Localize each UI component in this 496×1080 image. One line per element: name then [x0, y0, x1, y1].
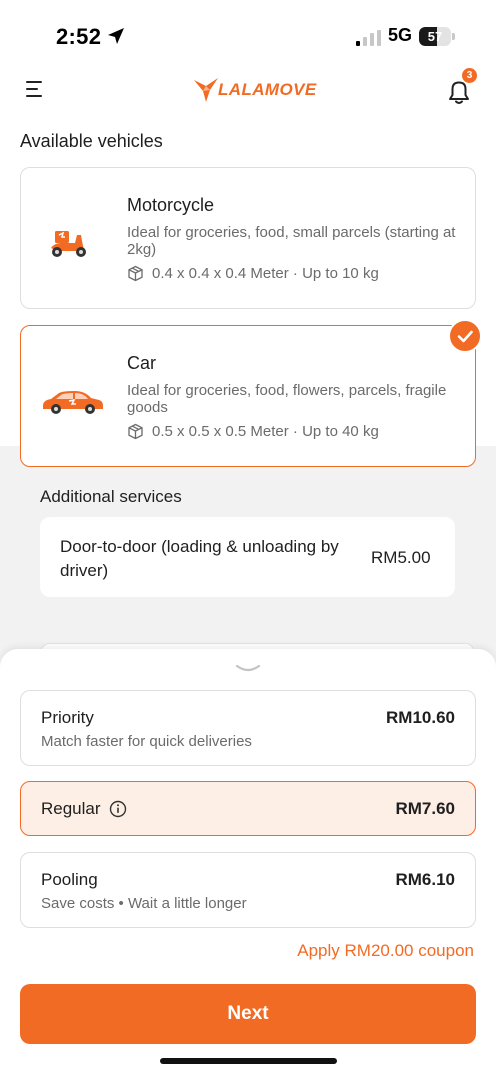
option-regular[interactable]: Regular RM7.60: [20, 781, 476, 836]
car-icon: [43, 391, 103, 414]
lalamove-logo: LALAMOVE: [192, 72, 316, 106]
selected-check-icon: [448, 319, 482, 353]
vehicle-card-motorcycle[interactable]: Motorcycle Ideal for groceries, food, sm…: [20, 167, 476, 309]
vehicle-dimensions-text: 0.4 x 0.4 x 0.4 Meter · Up to 10 kg: [152, 265, 379, 282]
available-vehicles-title: Available vehicles: [20, 131, 163, 151]
vehicle-description: Ideal for groceries, food, flowers, parc…: [127, 382, 447, 416]
vehicle-dimensions: 0.5 x 0.5 x 0.5 Meter · Up to 40 kg: [127, 423, 379, 440]
logo-text: LALAMOVE: [218, 80, 317, 99]
status-time: 2:52: [56, 24, 102, 49]
vehicle-description: Ideal for groceries, food, small parcels…: [127, 224, 456, 258]
apply-coupon-link[interactable]: Apply RM20.00 coupon: [297, 941, 474, 961]
additional-services-title: Additional services: [40, 487, 182, 506]
app-screen: 2:52 5G 57 LALAMOVE 3 Available vehicles…: [0, 0, 496, 1080]
option-priority[interactable]: Priority Match faster for quick deliveri…: [20, 690, 476, 766]
option-name: Regular: [41, 799, 101, 818]
option-price: RM7.60: [395, 799, 455, 818]
chevron-down-icon[interactable]: [235, 663, 261, 675]
option-price: RM10.60: [386, 708, 455, 727]
box-icon: [128, 265, 143, 282]
service-name: Door-to-door (loading & unloading by dri…: [60, 537, 339, 580]
vehicle-dimensions-text: 0.5 x 0.5 x 0.5 Meter · Up to 40 kg: [152, 423, 379, 440]
info-icon[interactable]: [109, 800, 127, 818]
motorcycle-icon: [51, 231, 86, 257]
vehicle-name: Car: [127, 353, 157, 373]
battery-icon: 57: [419, 27, 455, 46]
vehicle-name: Motorcycle: [127, 195, 215, 215]
vehicle-dimensions: 0.4 x 0.4 x 0.4 Meter · Up to 10 kg: [127, 265, 379, 282]
battery-percentage: 57: [427, 29, 443, 44]
menu-icon[interactable]: [24, 78, 46, 100]
option-pooling[interactable]: Pooling Save costs • Wait a little longe…: [20, 852, 476, 928]
service-price: RM5.00: [371, 548, 431, 567]
service-door-to-door[interactable]: Door-to-door (loading & unloading by dri…: [40, 517, 455, 597]
option-price: RM6.10: [395, 870, 455, 889]
box-icon: [128, 423, 143, 440]
option-subtitle: Match faster for quick deliveries: [41, 733, 252, 750]
option-subtitle: Save costs • Wait a little longer: [41, 895, 247, 912]
signal-icon: [356, 30, 381, 46]
option-name-group: Regular: [41, 799, 127, 819]
delivery-options-sheet: Priority Match faster for quick deliveri…: [0, 649, 496, 1080]
option-name: Priority: [41, 708, 94, 727]
network-label: 5G: [388, 25, 413, 45]
next-button[interactable]: Next: [20, 984, 476, 1044]
home-indicator[interactable]: [160, 1058, 337, 1064]
vehicle-card-car[interactable]: Car Ideal for groceries, food, flowers, …: [20, 325, 476, 467]
location-arrow-icon: [108, 28, 124, 44]
status-bar: 2:52 5G 57: [0, 0, 496, 72]
notification-badge: 3: [462, 68, 477, 83]
option-name: Pooling: [41, 870, 98, 889]
